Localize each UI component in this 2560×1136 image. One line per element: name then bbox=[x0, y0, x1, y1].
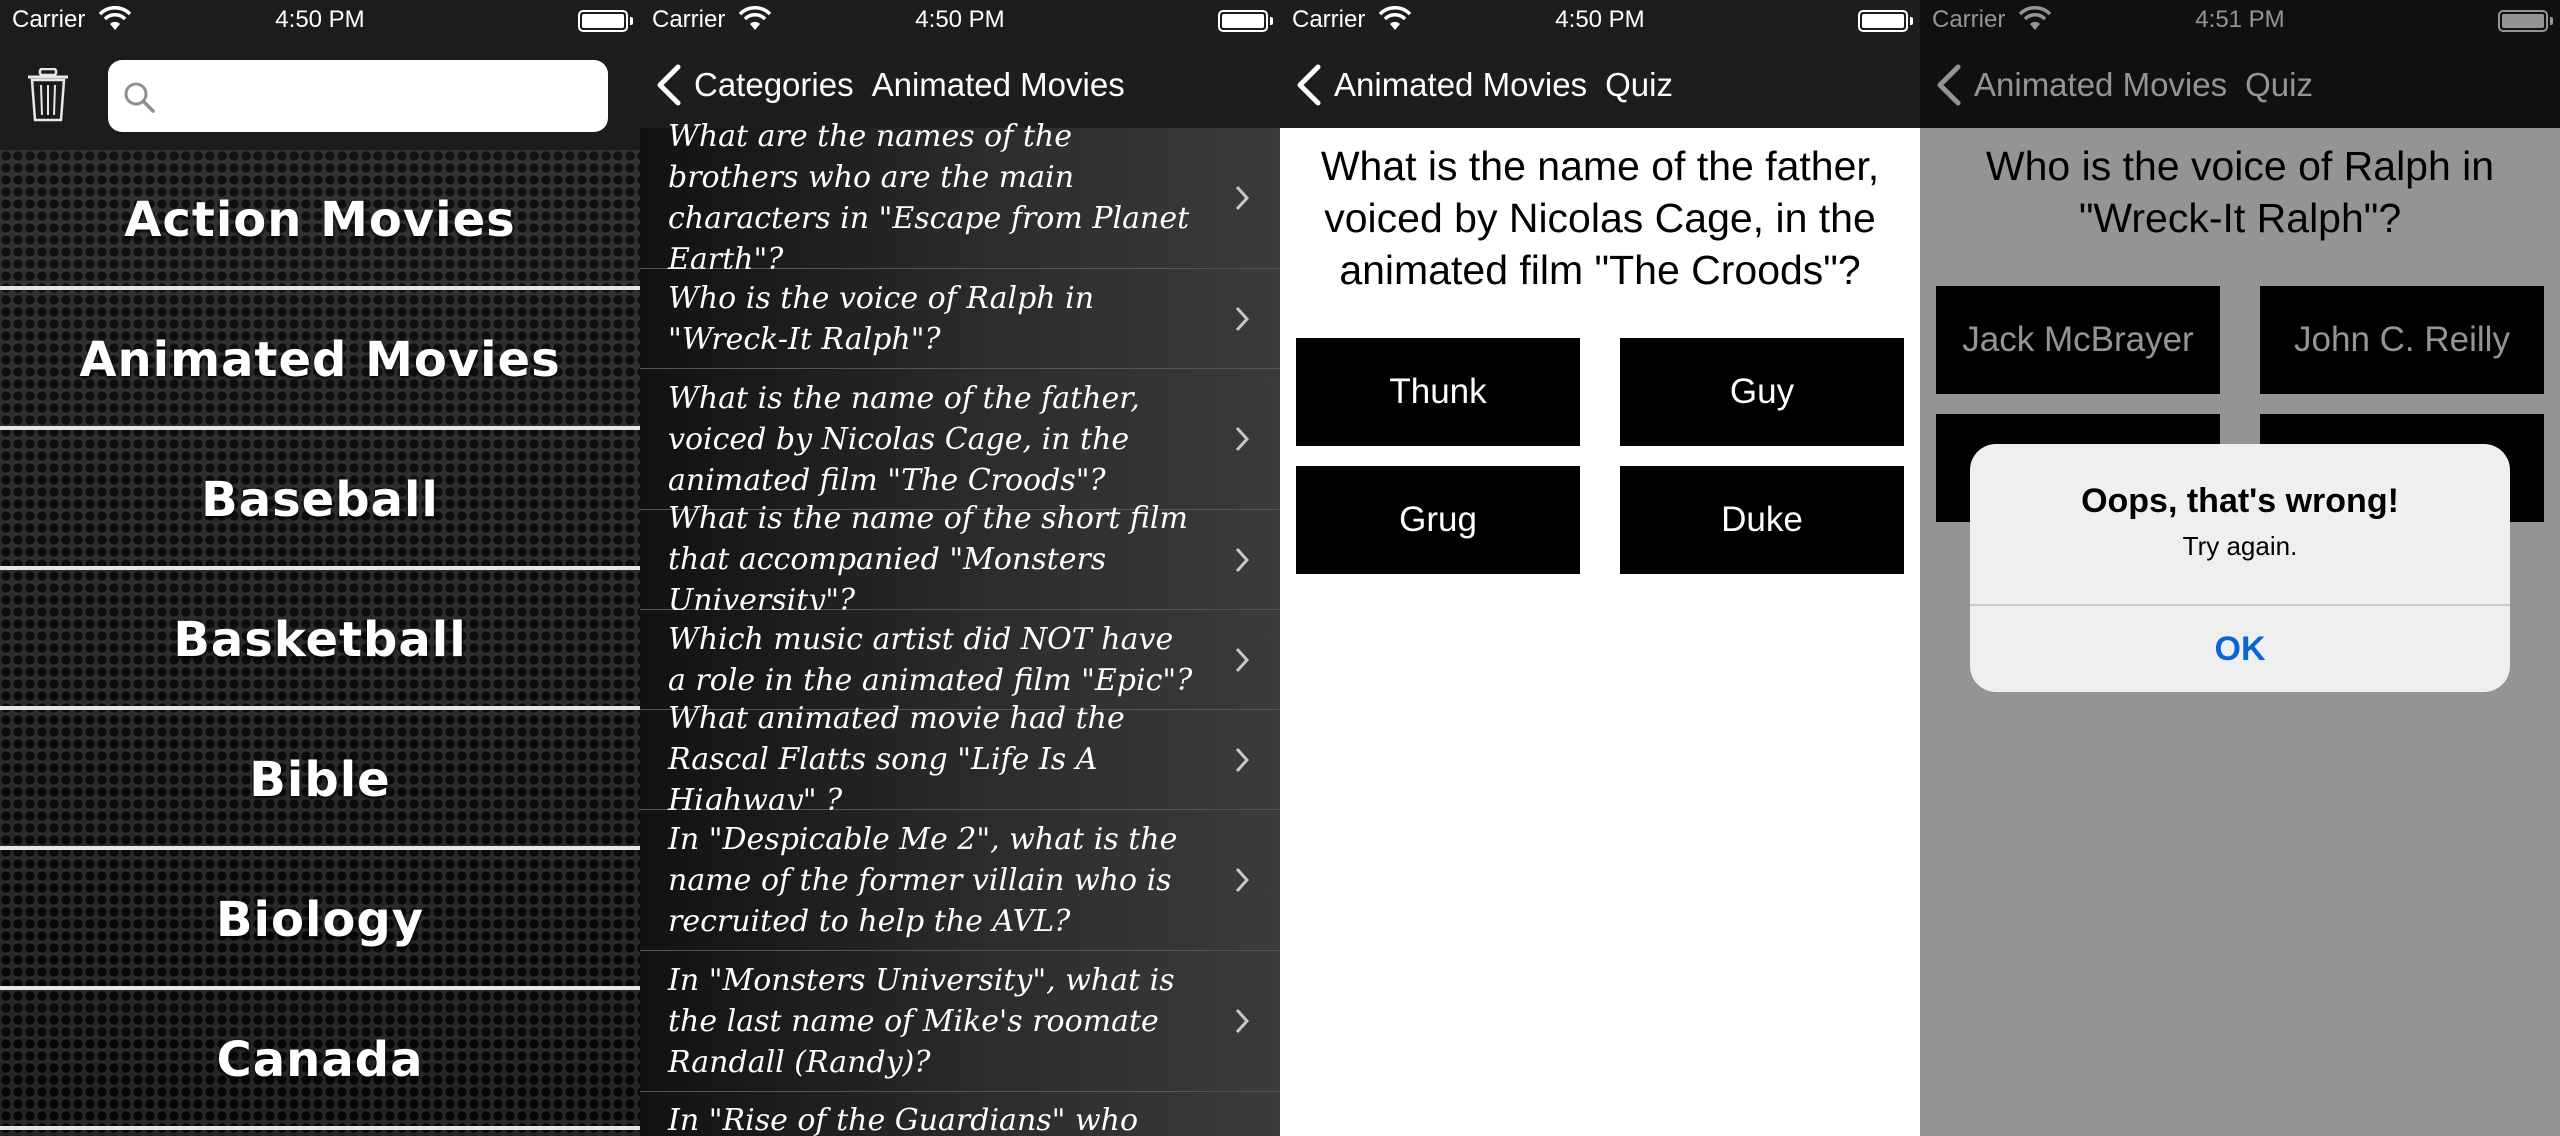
answer-button[interactable]: Grug bbox=[1296, 466, 1580, 574]
search-icon bbox=[124, 82, 155, 113]
back-chevron-icon bbox=[657, 64, 681, 106]
question-row[interactable]: In "Despicable Me 2", what is the name o… bbox=[640, 810, 1280, 951]
back-label: Animated Movies bbox=[1334, 66, 1588, 103]
category-item[interactable]: Action Movies bbox=[0, 150, 640, 290]
category-item[interactable]: Biology bbox=[0, 850, 640, 990]
question-text: Which music artist did NOT have a role i… bbox=[668, 621, 1193, 698]
alert-ok-button[interactable]: OK bbox=[1970, 604, 2510, 692]
battery-icon bbox=[1858, 10, 1913, 32]
disclosure-chevron-icon bbox=[1235, 1008, 1250, 1034]
category-item[interactable]: Animated Movies bbox=[0, 290, 640, 430]
back-chevron-icon bbox=[1297, 64, 1321, 106]
question-text: What are the names of the brothers who a… bbox=[668, 119, 1190, 277]
disclosure-chevron-icon bbox=[1235, 867, 1250, 893]
question-row[interactable]: What animated movie had the Rascal Flatt… bbox=[640, 701, 1280, 818]
question-text: What is the name of the short film that … bbox=[668, 501, 1188, 618]
question-row[interactable]: In "Monsters University", what is the la… bbox=[640, 951, 1280, 1092]
status-bar: Carrier 4:50 PM bbox=[1280, 0, 1920, 40]
nav-title: Animated Movies bbox=[871, 66, 1125, 103]
question-row[interactable]: Who is the voice of Ralph in "Wreck-It R… bbox=[640, 269, 1280, 369]
answer-button[interactable]: Guy bbox=[1620, 338, 1904, 446]
back-button[interactable]: Categories Animated Movies bbox=[656, 62, 1125, 108]
status-time: 4:50 PM bbox=[275, 6, 365, 33]
status-time: 4:50 PM bbox=[915, 6, 1005, 33]
status-time: 4:50 PM bbox=[1555, 6, 1645, 33]
answer-button[interactable]: Duke bbox=[1620, 466, 1904, 574]
battery-icon bbox=[1218, 10, 1273, 32]
search-input[interactable] bbox=[166, 72, 596, 120]
quiz-screen: Animated Movies Quiz Carrier 4:50 PM Wha… bbox=[1280, 0, 1920, 1136]
question-row[interactable]: Which music artist did NOT have a role i… bbox=[640, 610, 1280, 710]
quiz-question: What is the name of the father, voiced b… bbox=[1320, 143, 1880, 293]
search-field[interactable] bbox=[108, 60, 608, 132]
question-text: In "Despicable Me 2", what is the name o… bbox=[668, 821, 1178, 939]
question-row[interactable]: In "Rise of the Guardians" who created bbox=[640, 1092, 1280, 1136]
disclosure-chevron-icon bbox=[1235, 647, 1250, 672]
category-item[interactable]: Canada bbox=[0, 990, 640, 1130]
disclosure-chevron-icon bbox=[1235, 185, 1250, 211]
alert-dialog: Oops, that's wrong! Try again. OK bbox=[1970, 444, 2510, 692]
question-text: In "Rise of the Guardians" who created bbox=[668, 1103, 1139, 1136]
status-bar: Carrier 4:50 PM bbox=[640, 0, 1280, 40]
question-list: What are the names of the brothers who a… bbox=[640, 119, 1280, 1136]
disclosure-chevron-icon bbox=[1235, 747, 1250, 772]
question-row[interactable]: What is the name of the father, voiced b… bbox=[640, 369, 1280, 510]
disclosure-chevron-icon bbox=[1235, 426, 1250, 452]
alert-title: Oops, that's wrong! bbox=[2081, 482, 2399, 520]
quiz-alert-screen: Animated Movies Quiz Carrier 4:51 PM Who… bbox=[1920, 0, 2560, 1136]
trash-icon[interactable] bbox=[26, 68, 70, 122]
question-text: What animated movie had the Rascal Flatt… bbox=[668, 701, 1125, 818]
question-text: What is the name of the father, voiced b… bbox=[668, 380, 1140, 498]
back-button[interactable]: Animated Movies Quiz bbox=[1296, 62, 1673, 108]
nav-title: Quiz bbox=[1605, 66, 1673, 103]
question-row[interactable]: What is the name of the short film that … bbox=[640, 501, 1280, 618]
alert-message: Try again. bbox=[2182, 531, 2298, 561]
question-text: Who is the voice of Ralph in "Wreck-It R… bbox=[668, 280, 1095, 357]
category-item[interactable]: Baseball bbox=[0, 430, 640, 570]
answer-button[interactable]: Thunk bbox=[1296, 338, 1580, 446]
questions-screen: Categories Animated Movies Carrier 4:50 … bbox=[640, 0, 1280, 1136]
categories-screen: Carrier 4:50 PM Action Movies Animated M… bbox=[0, 0, 640, 1136]
back-label: Categories bbox=[694, 66, 854, 103]
status-bar: Carrier 4:50 PM bbox=[0, 0, 640, 40]
disclosure-chevron-icon bbox=[1235, 306, 1250, 331]
category-item[interactable]: Basketball bbox=[0, 570, 640, 710]
battery-icon bbox=[578, 10, 633, 32]
category-item[interactable]: Bible bbox=[0, 710, 640, 850]
question-row[interactable]: What are the names of the brothers who a… bbox=[640, 119, 1280, 277]
disclosure-chevron-icon bbox=[1235, 547, 1250, 572]
question-text: In "Monsters University", what is the la… bbox=[668, 962, 1175, 1080]
